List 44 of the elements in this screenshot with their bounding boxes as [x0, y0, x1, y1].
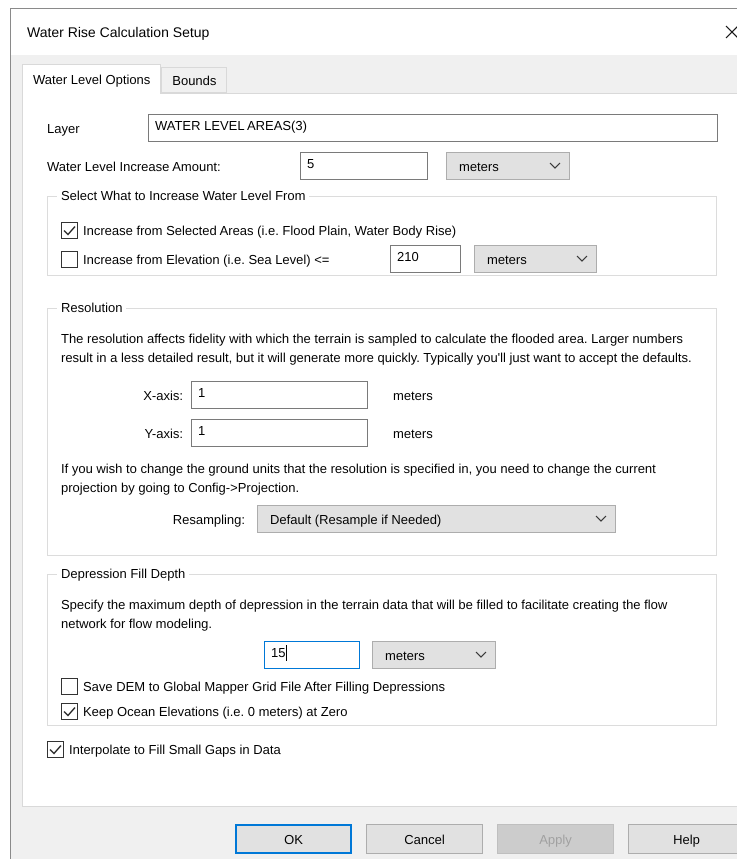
unit-dropdown[interactable]: meters — [372, 641, 496, 669]
chevron-down-icon — [549, 162, 561, 170]
resampling-dropdown[interactable]: Default (Resample if Needed) — [257, 505, 616, 533]
checkbox-label[interactable]: Keep Ocean Elevations (i.e. 0 meters) at Zero — [83, 704, 348, 719]
unit-label: meters — [393, 426, 433, 440]
tab[interactable]: Bounds — [161, 67, 228, 93]
unit-dropdown[interactable]: meters — [474, 245, 597, 273]
axis-label: X-axis: — [142, 388, 184, 402]
group-title: Resolution — [57, 300, 126, 315]
increase-field[interactable]: 5 — [300, 152, 428, 180]
checkbox-label[interactable]: Increase from Selected Areas (i.e. Flood Plain, Water Body Rise) — [83, 223, 456, 238]
checkbox[interactable] — [61, 703, 78, 720]
increase-label: Water Level Increase Amount: — [47, 158, 222, 174]
dialog-button[interactable]: OK — [235, 824, 352, 854]
checkbox[interactable] — [47, 741, 64, 758]
depression-description: Specify the maximum depth of depression in the terrain data that will be filled to facilitate creating the flow network for flow modeling. — [61, 596, 668, 633]
dialog-button[interactable]: Help — [628, 824, 737, 854]
resampling-label: Resampling: — [172, 512, 246, 526]
chevron-down-icon — [595, 515, 607, 523]
group-title: Select What to Increase Water Level From — [57, 188, 310, 203]
dialog-button[interactable]: Cancel — [366, 824, 483, 854]
depth-field[interactable]: 15 — [264, 641, 360, 669]
projection-note: If you wish to change the ground units that the resolution is specified in, you need to change the current projection by going to Config->Projection. — [61, 460, 657, 497]
layer-field[interactable]: WATER LEVEL AREAS(3) — [148, 114, 718, 142]
tab[interactable]: Water Level Options — [22, 64, 162, 94]
checkbox[interactable] — [61, 250, 78, 268]
unit-dropdown[interactable]: meters — [446, 152, 570, 180]
checkbox-label[interactable]: Increase from Elevation (i.e. Sea Level) <= — [83, 252, 330, 266]
close-icon[interactable] — [725, 25, 737, 39]
window-title: Water Rise Calculation Setup — [27, 24, 210, 40]
unit-label: meters — [393, 388, 433, 402]
checkbox-label[interactable]: Interpolate to Fill Small Gaps in Data — [69, 742, 281, 757]
checkbox-label[interactable]: Save DEM to Global Mapper Grid File After Filling Depressions — [83, 679, 445, 694]
checkbox[interactable] — [61, 678, 78, 695]
chevron-down-icon — [576, 255, 588, 263]
layer-label: Layer — [47, 120, 81, 136]
elevation-field[interactable]: 210 — [390, 245, 461, 273]
axis-field[interactable]: 1 — [191, 419, 368, 447]
axis-field[interactable]: 1 — [191, 381, 368, 409]
group-title: Depression Fill Depth — [57, 566, 190, 581]
resolution-description: The resolution affects fidelity with which the terrain is sampled to calculate the flooded area. Larger numbers result in a less detailed result, but it will generate more quickly. Typically you'll just want to accept the defaults. — [61, 330, 693, 367]
checkbox[interactable] — [61, 222, 78, 239]
axis-label: Y-axis: — [143, 426, 184, 440]
chevron-down-icon — [475, 651, 487, 659]
